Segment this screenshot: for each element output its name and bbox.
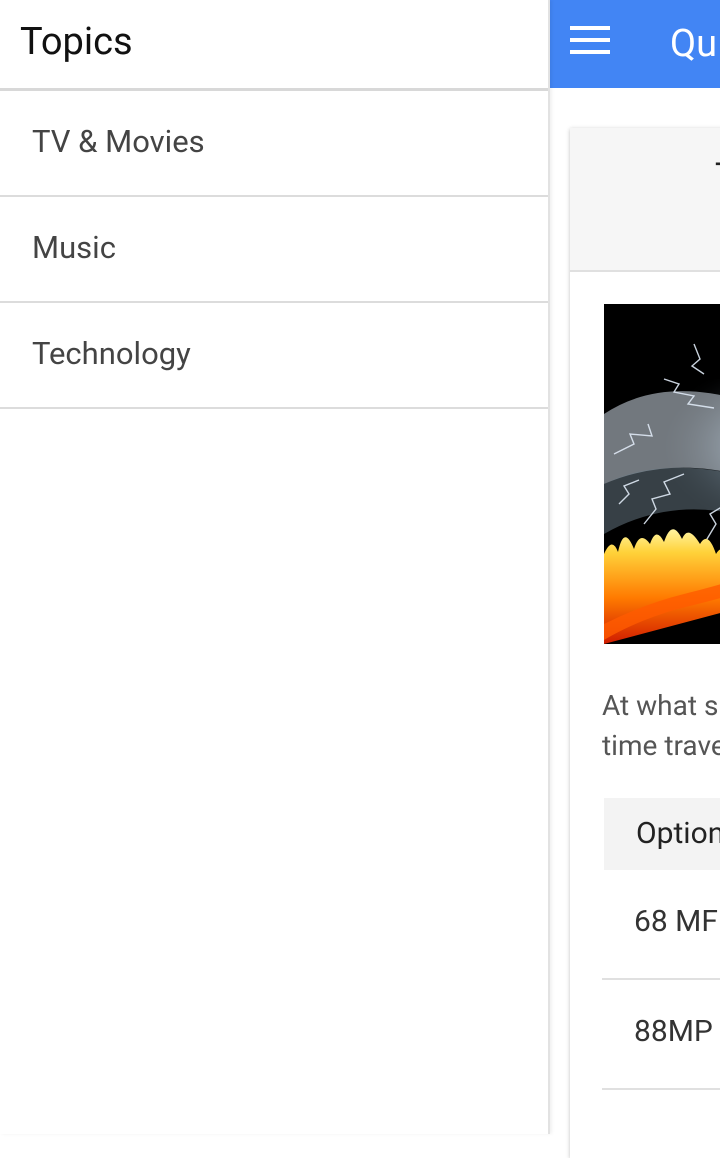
topic-item-music[interactable]: Music xyxy=(0,197,548,303)
topic-item-technology[interactable]: Technology xyxy=(0,303,548,409)
drawer-header: Topics xyxy=(0,0,548,91)
options-table: Option 68 MF 88MP xyxy=(602,798,720,1090)
card-header: T xyxy=(570,128,720,272)
option-row[interactable]: 88MP xyxy=(602,980,720,1090)
question-text: At what s time trave xyxy=(602,686,720,766)
options-header-label: Option xyxy=(636,816,720,851)
option-row[interactable]: 68 MF xyxy=(602,870,720,980)
option-label: 68 MF xyxy=(634,904,718,939)
question-line-2: time trave xyxy=(602,729,720,762)
hamburger-menu-icon[interactable] xyxy=(570,26,610,56)
question-line-1: At what s xyxy=(602,689,719,722)
drawer-title: Topics xyxy=(20,20,133,64)
options-header: Option xyxy=(602,798,720,870)
topic-label: Technology xyxy=(32,335,191,372)
quiz-card: T xyxy=(570,128,720,1158)
topic-label: TV & Movies xyxy=(32,123,205,160)
topic-label: Music xyxy=(32,229,116,266)
app-bar: Qu xyxy=(550,0,720,88)
topic-item-tv-movies[interactable]: TV & Movies xyxy=(0,91,548,197)
card-header-title: T xyxy=(715,156,720,196)
option-label: 88MP xyxy=(634,1014,713,1049)
question-image xyxy=(604,304,720,644)
topics-drawer: Topics TV & Movies Music Technology xyxy=(0,0,550,1134)
app-bar-title: Qu xyxy=(670,22,718,66)
